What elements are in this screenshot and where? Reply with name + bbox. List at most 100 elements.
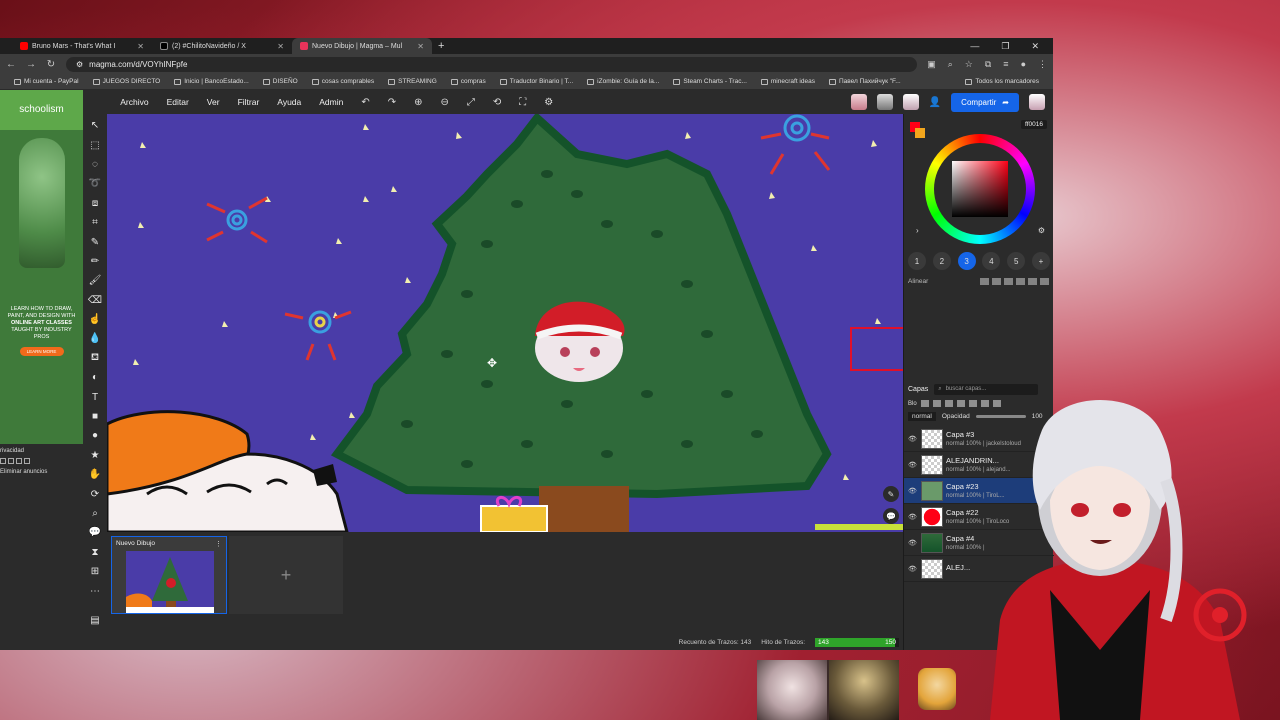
share-button[interactable]: Compartir ➦ <box>951 92 1019 112</box>
fill-icon[interactable]: ⛾ <box>85 349 105 368</box>
document-menu-icon[interactable]: ⋮ <box>215 540 222 548</box>
panel-toggle-icon[interactable]: ▤ <box>85 611 105 630</box>
rect-select-icon[interactable]: ⬚ <box>85 135 105 154</box>
hex-input[interactable]: ff0016 <box>1021 120 1047 129</box>
menu-ver[interactable]: Ver <box>207 97 220 107</box>
lock-icon[interactable] <box>920 400 929 407</box>
eraser-icon[interactable]: ⌫ <box>85 291 105 310</box>
remove-ads-link[interactable]: Eliminar anuncios <box>0 469 83 475</box>
address-bar[interactable]: ⚙ magma.com/d/VOYhINFpfe <box>66 56 918 72</box>
rectangle-icon[interactable]: ■ <box>85 407 105 426</box>
saturation-picker[interactable] <box>952 161 1008 217</box>
brush-preset[interactable]: 4 <box>982 252 1001 270</box>
bookmark-item[interactable]: Traductor Binario | T... <box>499 78 573 85</box>
pen-mode-icon[interactable]: ✎ <box>883 486 899 502</box>
move-tool-icon[interactable]: ↖ <box>85 116 105 135</box>
align-bottom-icon[interactable] <box>1040 278 1049 285</box>
zoom-in-icon[interactable]: ⊕ <box>414 97 422 108</box>
eye-icon[interactable]: 👁 <box>908 565 918 573</box>
menu-editar[interactable]: Editar <box>167 97 189 107</box>
more-tools-icon[interactable]: ⋯ <box>85 581 105 600</box>
bookmark-item[interactable]: DISEÑO <box>262 78 298 85</box>
menu-ayuda[interactable]: Ayuda <box>277 97 301 107</box>
chat-icon[interactable]: 💬 <box>883 508 899 524</box>
all-bookmarks[interactable]: Todos los marcadores <box>965 78 1039 85</box>
align-right-icon[interactable] <box>1004 278 1013 285</box>
add-brush-button[interactable]: + <box>1031 252 1050 270</box>
back-icon[interactable]: ← <box>6 59 16 70</box>
ellipse-icon[interactable]: ● <box>85 426 105 445</box>
bookmark-item[interactable]: STREAMING <box>388 78 437 85</box>
zoom-tool-icon[interactable]: ⌕ <box>85 504 105 523</box>
media-icon[interactable]: ≡ <box>1003 59 1008 70</box>
site-info-icon[interactable]: ⚙ <box>76 60 83 69</box>
more-icon[interactable]: ⋮ <box>1038 59 1047 70</box>
align-top-icon[interactable] <box>1016 278 1025 285</box>
privacy-link[interactable]: rivacidad <box>0 448 83 454</box>
close-window-icon[interactable]: ✕ <box>1031 41 1039 52</box>
screenshot-icon[interactable]: ▣ <box>927 59 936 70</box>
eye-icon[interactable]: 👁 <box>908 435 918 443</box>
tab-youtube[interactable]: Bruno Mars - That's What I ✕ <box>12 38 152 54</box>
new-document-button[interactable]: + <box>229 536 343 614</box>
rotate-view-icon[interactable]: ⟳ <box>85 484 105 503</box>
text-icon[interactable]: T <box>85 387 105 406</box>
close-icon[interactable]: ✕ <box>137 42 144 51</box>
bookmark-item[interactable]: Павел Пахийчук "F... <box>828 78 901 85</box>
document-card[interactable]: Nuevo Dibujo ⋮ <box>111 536 227 614</box>
avatar[interactable] <box>1029 94 1045 110</box>
color-settings-icon[interactable]: ⚙ <box>1038 226 1045 235</box>
add-user-icon[interactable]: 👤 <box>929 97 941 108</box>
tab-magma[interactable]: Nuevo Dibujo | Magma – Mul ✕ <box>292 38 432 54</box>
hand-icon[interactable]: ✋ <box>85 465 105 484</box>
menu-filtrar[interactable]: Filtrar <box>238 97 260 107</box>
tab-x[interactable]: (2) #ChilitoNavideño / X ✕ <box>152 38 292 54</box>
color-wheel[interactable] <box>925 134 1035 244</box>
avatar[interactable] <box>902 94 919 110</box>
align-center-icon[interactable] <box>992 278 1001 285</box>
star-icon[interactable]: ☆ <box>965 59 973 70</box>
bookmark-item[interactable]: Inicio | BancoEstado... <box>174 78 249 85</box>
gradient-icon[interactable]: ◐ <box>85 368 105 387</box>
bookmark-item[interactable]: compras <box>450 78 486 85</box>
crop-icon[interactable]: ⌗ <box>85 213 105 232</box>
lasso-icon[interactable]: ➰ <box>85 174 105 193</box>
eye-icon[interactable]: 👁 <box>908 513 918 521</box>
menu-archivo[interactable]: Archivo <box>120 97 148 107</box>
maximize-icon[interactable]: ❐ <box>1001 41 1009 52</box>
minimize-icon[interactable]: — <box>970 41 979 52</box>
brush-preset[interactable]: 3 <box>957 252 976 270</box>
expand-color-icon[interactable]: › <box>916 226 919 235</box>
bookmark-item[interactable]: minecraft ideas <box>760 78 815 85</box>
ad-banner[interactable]: schoolism LEARN HOW TO DRAW, PAINT, AND … <box>0 90 83 444</box>
profile-icon[interactable]: ● <box>1021 59 1026 70</box>
eye-icon[interactable]: 👁 <box>908 539 918 547</box>
eyedropper-icon[interactable]: ✎ <box>85 232 105 251</box>
bookmark-item[interactable]: Steam Charts - Trac... <box>673 78 747 85</box>
smudge-icon[interactable]: ☝ <box>85 310 105 329</box>
zoom-icon[interactable]: ⌕ <box>948 59 953 70</box>
eye-icon[interactable]: 👁 <box>908 461 918 469</box>
zoom-out-icon[interactable]: ⊖ <box>441 97 449 108</box>
reload-icon[interactable]: ↻ <box>46 59 56 70</box>
secondary-color-swatch[interactable] <box>915 128 925 138</box>
forward-icon[interactable]: → <box>26 59 36 70</box>
undo-icon[interactable]: ↶ <box>361 97 369 108</box>
bookmark-item[interactable]: iZombie: Guía de la... <box>587 78 659 85</box>
align-middle-icon[interactable] <box>1028 278 1037 285</box>
add-icon[interactable]: ⊞ <box>85 562 105 581</box>
align-left-icon[interactable] <box>980 278 989 285</box>
close-icon[interactable]: ✕ <box>417 42 424 51</box>
rotate-icon[interactable]: ⟲ <box>493 97 501 108</box>
new-tab-button[interactable]: + <box>438 40 444 52</box>
transform-icon[interactable]: ⧈ <box>85 194 105 213</box>
ellipse-select-icon[interactable]: ◌ <box>85 155 105 174</box>
brush-preset[interactable]: 1 <box>908 252 926 270</box>
menu-admin[interactable]: Admin <box>319 97 343 107</box>
fit-icon[interactable]: ⤢ <box>467 97 475 108</box>
bookmark-item[interactable]: JUEGOS DIRECTO <box>92 78 160 85</box>
bookmark-item[interactable]: cosas comprables <box>311 78 374 85</box>
brush-icon[interactable]: 🖌 <box>85 271 105 290</box>
settings-icon[interactable]: ⚙ <box>544 97 553 108</box>
ad-cta-button[interactable]: LEARN MORE <box>19 347 64 356</box>
